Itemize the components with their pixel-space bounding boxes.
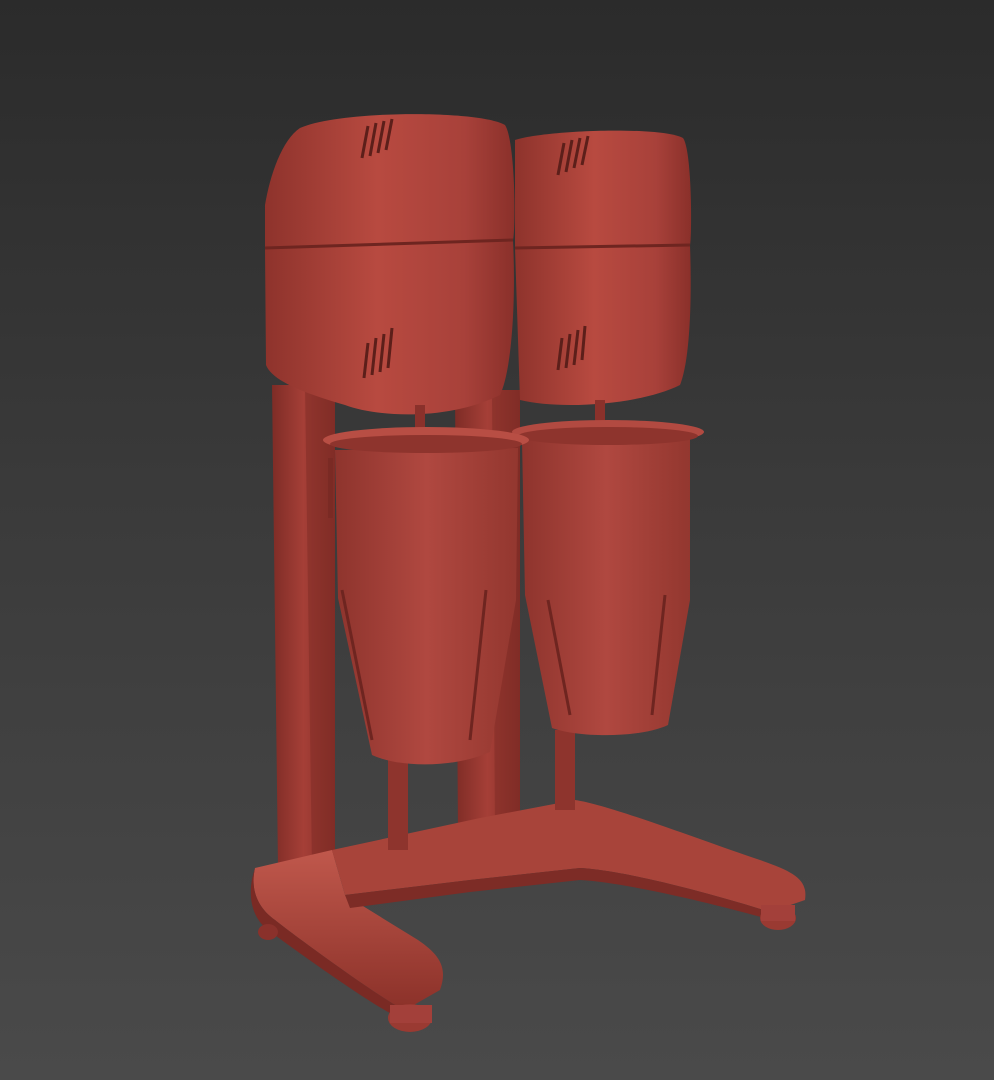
foot-right-body [761, 905, 795, 921]
foot-back [258, 924, 278, 940]
front-support-left [388, 760, 408, 850]
motor-head-right [514, 130, 692, 405]
rear-pillar-left [272, 385, 335, 868]
render-viewport [0, 0, 994, 1080]
mixing-cup-right [512, 420, 704, 736]
front-support-right [555, 730, 575, 810]
foot-front-body [390, 1005, 432, 1023]
mixer-model-render [250, 114, 806, 1032]
cup-holder-clip [328, 458, 333, 518]
motor-head-left [264, 114, 515, 415]
